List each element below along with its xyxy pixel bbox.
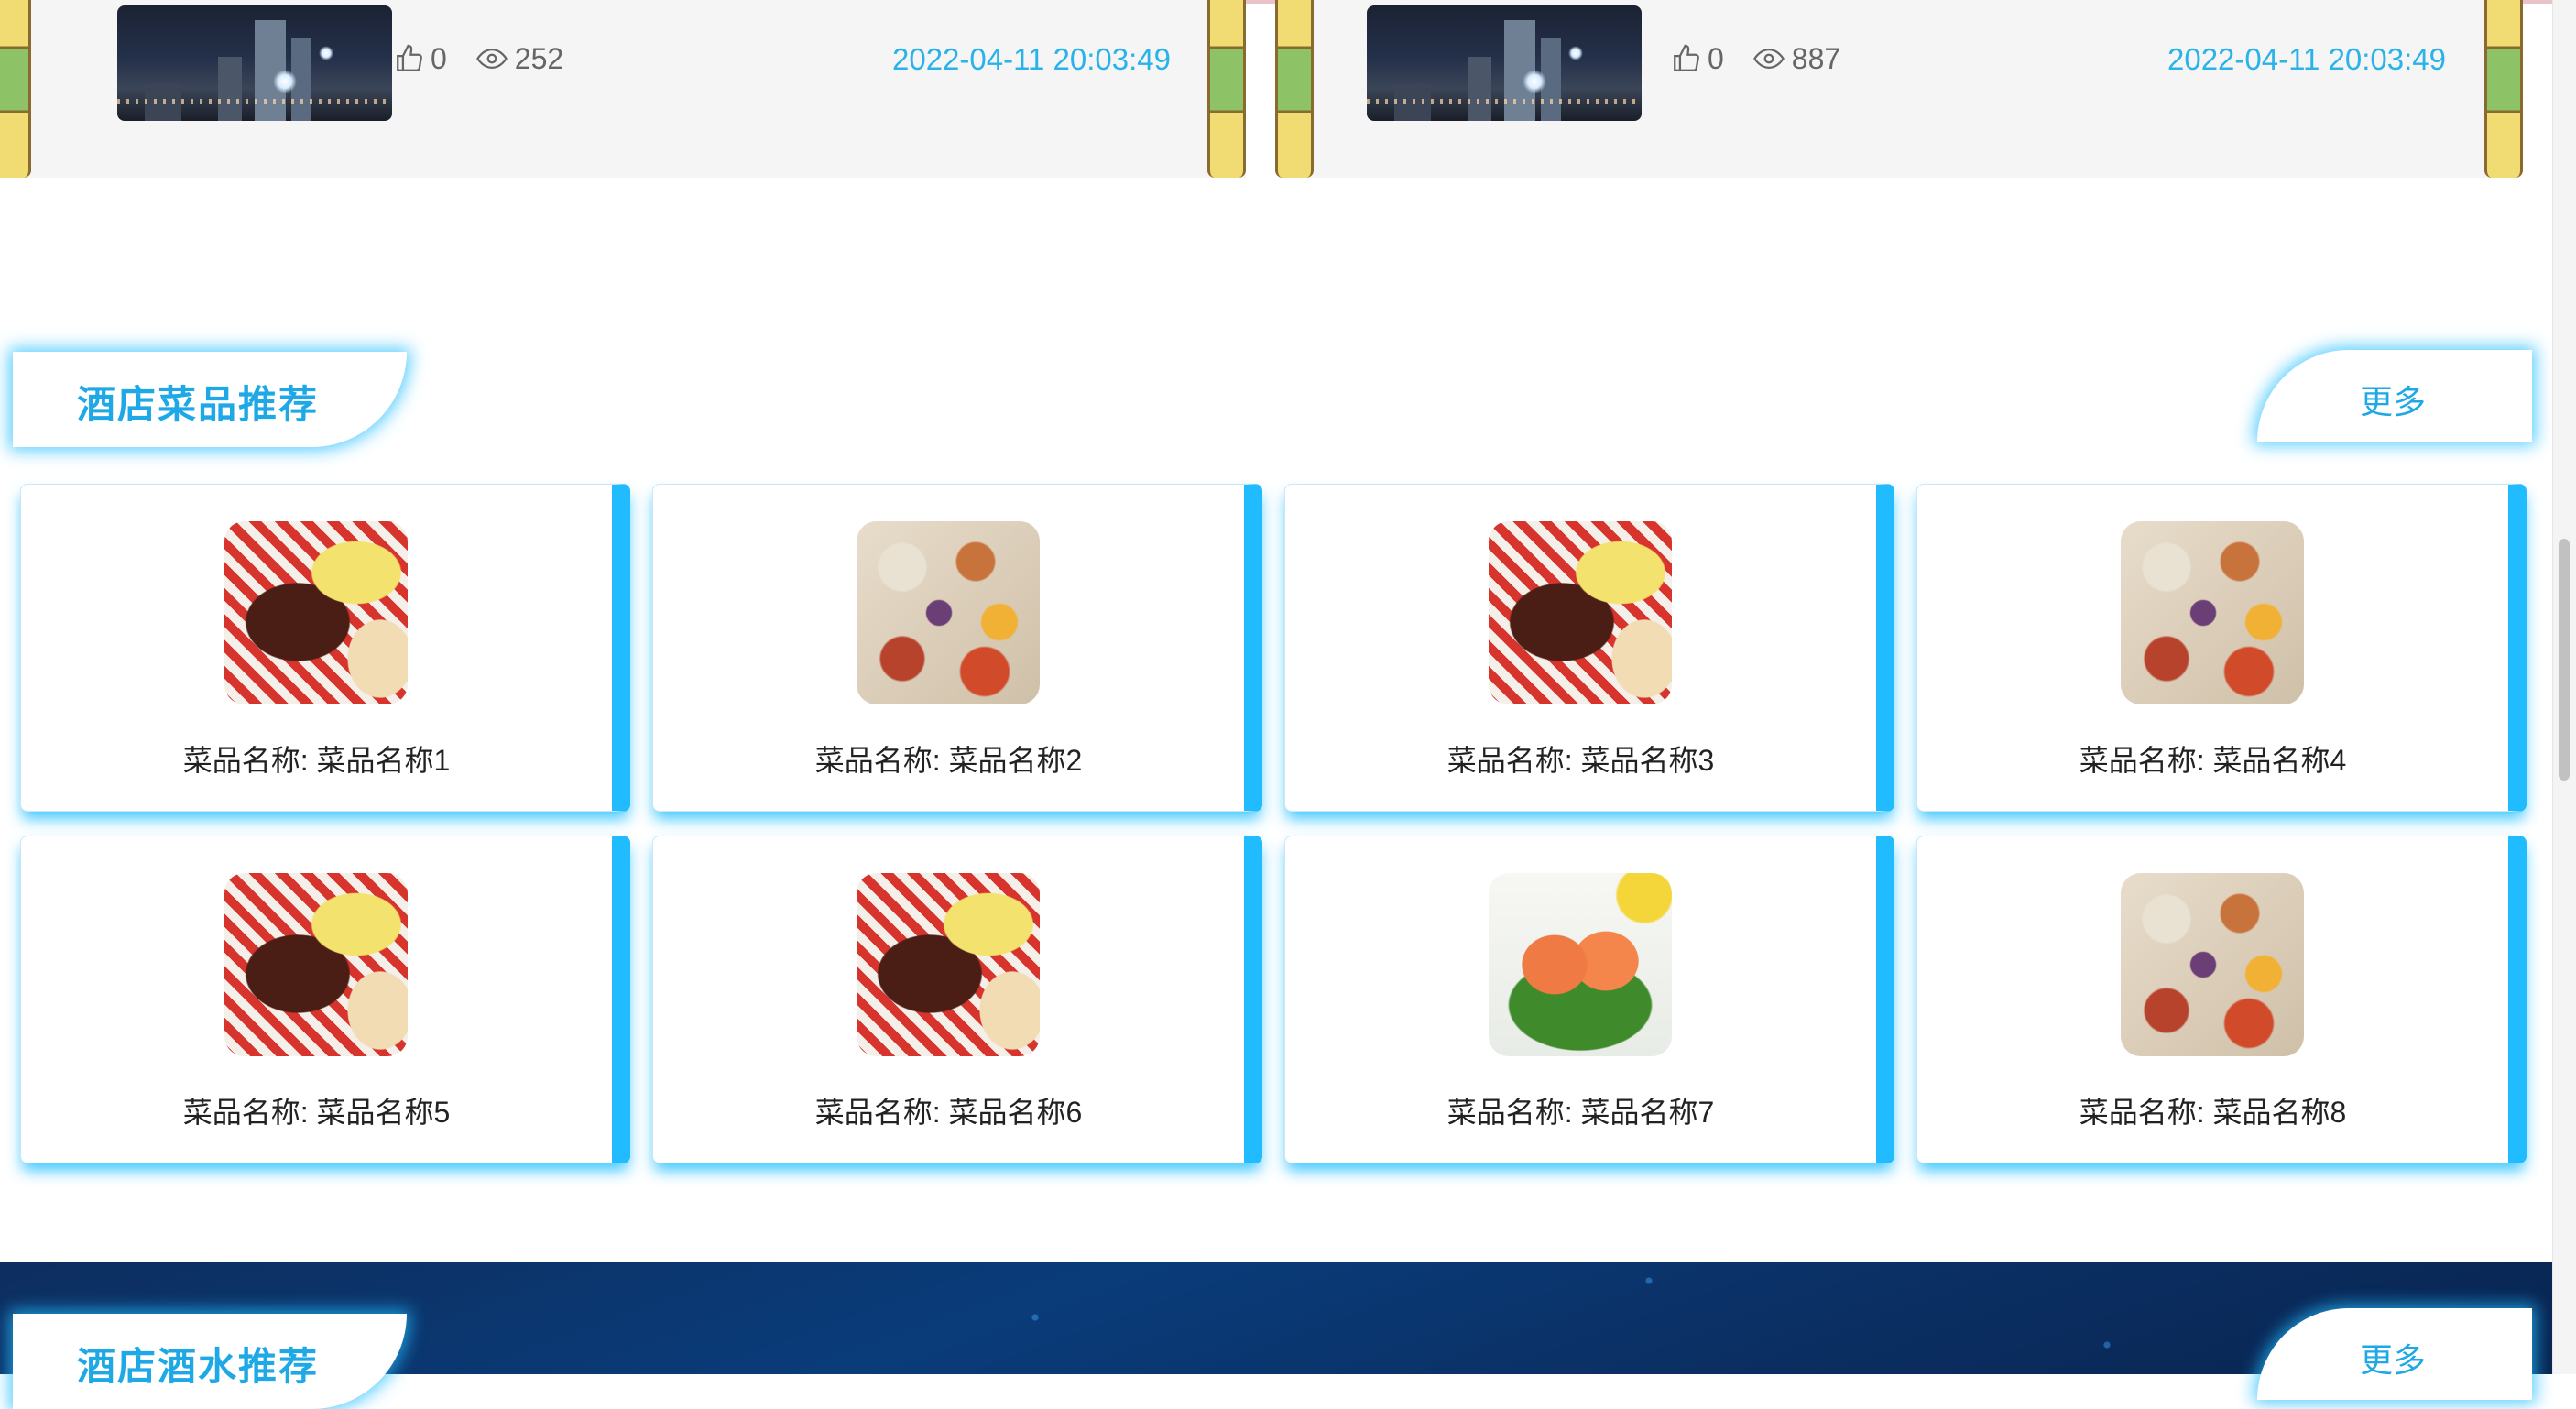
dish-card[interactable]: 菜品名称: 菜品名称4 [1916, 484, 2527, 812]
dish-name: 菜品名称: 菜品名称1 [182, 744, 451, 777]
dish-name: 菜品名称: 菜品名称5 [182, 1096, 451, 1129]
news-date: 2022-04-11 20:03:49 [2167, 42, 2446, 76]
dish-name: 菜品名称: 菜品名称3 [1446, 744, 1715, 777]
view-count: 252 [514, 41, 564, 75]
dish-name: 菜品名称: 菜品名称4 [2079, 744, 2347, 777]
drink-more-button[interactable]: 更多 [2257, 1308, 2532, 1400]
eye-icon [1752, 48, 1785, 70]
bamboo-decoration [0, 0, 31, 178]
thumbs-up-icon[interactable] [394, 43, 425, 74]
more-label: 更多 [2360, 383, 2427, 421]
dish-image[interactable] [857, 521, 1040, 704]
bamboo-decoration [1207, 0, 1246, 178]
dish-more-button[interactable]: 更多 [2257, 350, 2532, 442]
dish-image[interactable] [857, 873, 1040, 1056]
news-meta: 0 252 [394, 40, 563, 77]
drink-section-header: 酒店酒水推荐 [13, 1314, 407, 1409]
dish-card[interactable]: 菜品名称: 菜品名称1 [20, 484, 630, 812]
news-meta: 0 887 [1671, 40, 1840, 77]
drink-section-title: 酒店酒水推荐 [77, 1345, 320, 1388]
dish-card[interactable]: 菜品名称: 菜品名称8 [1916, 836, 2527, 1163]
eye-icon [475, 48, 508, 70]
news-thumbnail[interactable] [1367, 5, 1642, 121]
view-count: 887 [1791, 41, 1841, 75]
dish-name: 菜品名称: 菜品名称7 [1446, 1096, 1715, 1129]
dish-section-header: 酒店菜品推荐 [13, 352, 407, 447]
dish-name: 菜品名称: 菜品名称8 [2079, 1096, 2347, 1129]
like-count: 0 [431, 41, 447, 75]
dish-image[interactable] [224, 873, 408, 1056]
news-card[interactable]: 0 252 2022-04-11 20:03:49 [27, 0, 1246, 178]
dish-card[interactable]: 菜品名称: 菜品名称2 [652, 484, 1262, 812]
dish-image[interactable] [1489, 521, 1672, 704]
more-label: 更多 [2360, 1341, 2427, 1379]
bamboo-decoration [1275, 0, 1314, 178]
dish-name: 菜品名称: 菜品名称6 [814, 1096, 1083, 1129]
dish-section-title: 酒店菜品推荐 [77, 383, 320, 426]
scrollbar-thumb[interactable] [2559, 539, 2570, 781]
dish-grid: 菜品名称: 菜品名称1 菜品名称: 菜品名称2 菜品名称: 菜品名称3 菜品名称… [20, 484, 2534, 1167]
dish-image[interactable] [224, 521, 408, 704]
dish-image[interactable] [1489, 873, 1672, 1056]
news-thumbnail[interactable] [117, 5, 392, 121]
dish-image[interactable] [2121, 521, 2304, 704]
dish-image[interactable] [2121, 873, 2304, 1056]
thumbs-up-icon[interactable] [1671, 43, 1702, 74]
like-count: 0 [1708, 41, 1724, 75]
bamboo-decoration [2484, 0, 2523, 178]
news-card[interactable]: 0 887 2022-04-11 20:03:49 [1303, 0, 2521, 178]
dish-name: 菜品名称: 菜品名称2 [814, 744, 1083, 777]
news-date: 2022-04-11 20:03:49 [892, 42, 1171, 76]
dish-card[interactable]: 菜品名称: 菜品名称7 [1284, 836, 1894, 1163]
dish-card[interactable]: 菜品名称: 菜品名称5 [20, 836, 630, 1163]
dish-card[interactable]: 菜品名称: 菜品名称3 [1284, 484, 1894, 812]
dish-card[interactable]: 菜品名称: 菜品名称6 [652, 836, 1262, 1163]
